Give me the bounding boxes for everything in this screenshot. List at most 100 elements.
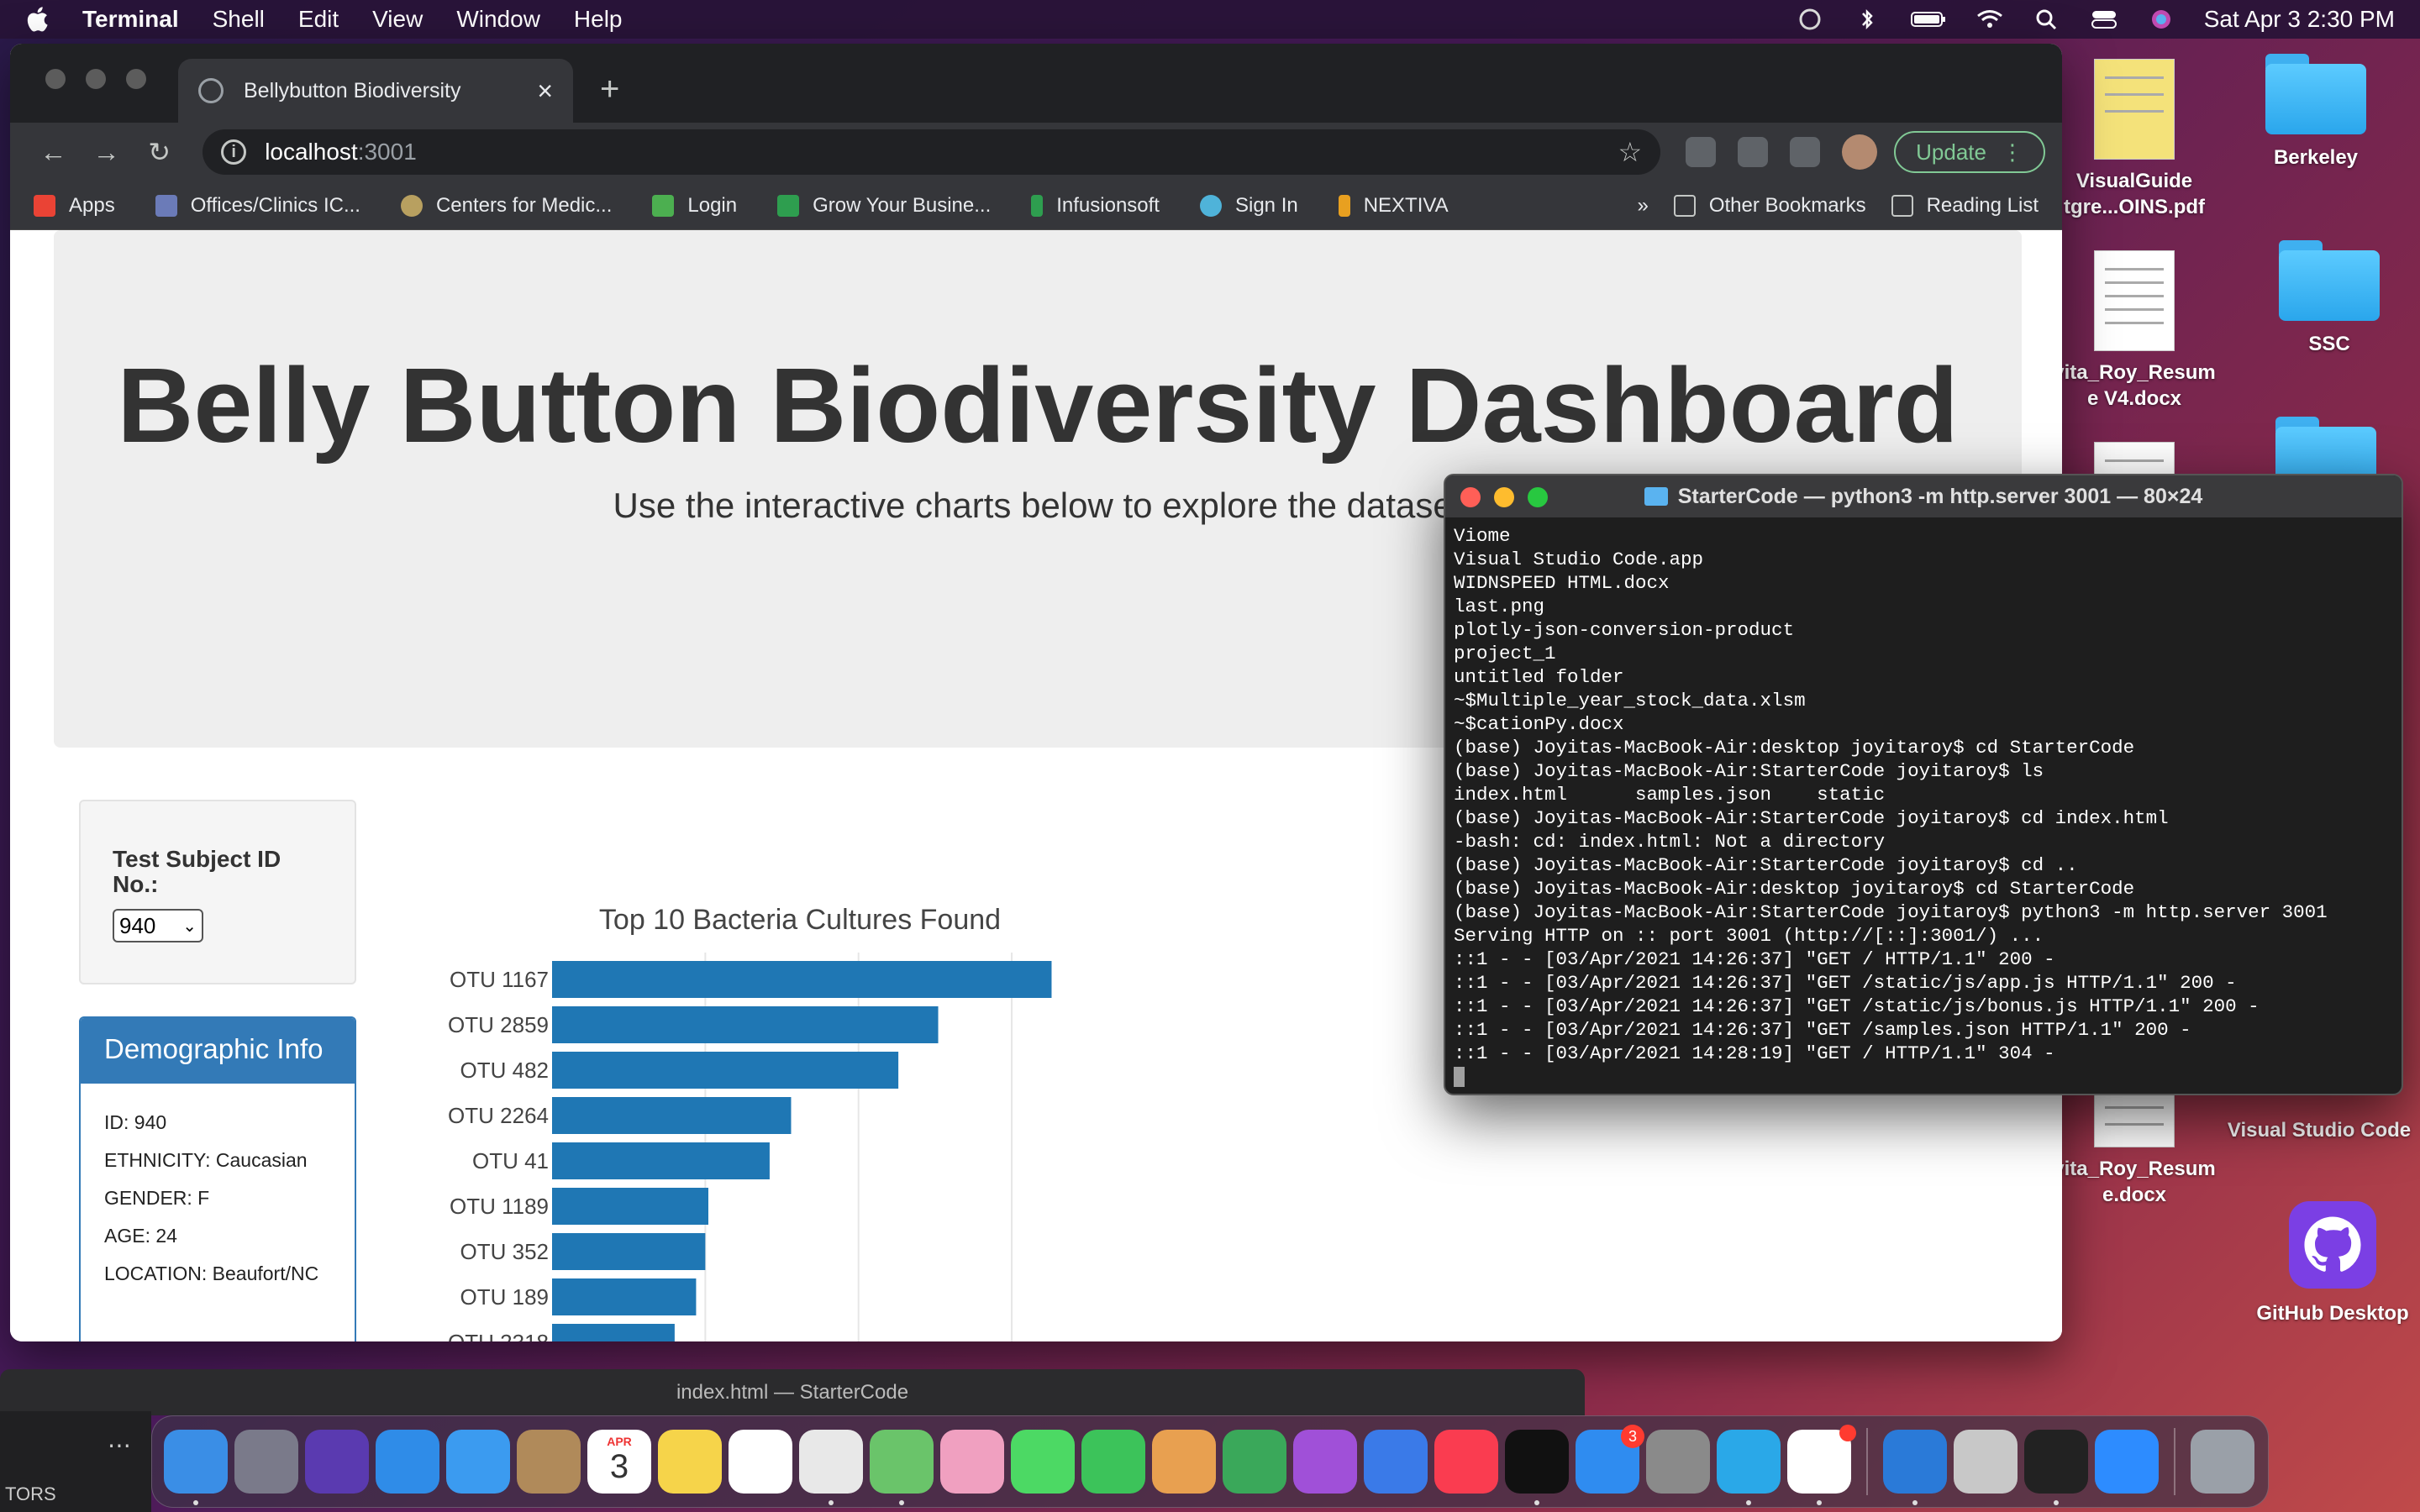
- menu-help[interactable]: Help: [574, 6, 623, 33]
- dock-app-store-icon[interactable]: 3: [1576, 1425, 1644, 1494]
- chart-bar[interactable]: [552, 961, 1052, 998]
- address-bar[interactable]: i localhost:3001 ☆: [203, 129, 1661, 175]
- site-info-icon[interactable]: i: [221, 139, 247, 165]
- dock-photos-icon[interactable]: [940, 1430, 1004, 1494]
- minimize-window-button[interactable]: [86, 69, 106, 89]
- menu-app-name[interactable]: Terminal: [82, 6, 179, 33]
- extension-icon[interactable]: [1686, 137, 1717, 167]
- bookmark-offices[interactable]: Offices/Clinics IC...: [155, 194, 360, 218]
- chart-bar[interactable]: [552, 1324, 675, 1341]
- dock-tv-icon[interactable]: [1505, 1430, 1569, 1505]
- puzzle-extensions-icon[interactable]: [1790, 137, 1821, 167]
- dock-keynote-icon[interactable]: [1152, 1430, 1216, 1494]
- dock-podcasts-icon[interactable]: [1293, 1430, 1357, 1494]
- creative-cloud-icon[interactable]: [1796, 8, 1824, 30]
- bookmarks-overflow-icon[interactable]: »: [1637, 194, 1648, 218]
- update-button[interactable]: Update ⋮: [1894, 131, 2045, 173]
- profile-avatar[interactable]: [1842, 134, 1878, 170]
- bookmark-login[interactable]: Login: [652, 194, 737, 218]
- maximize-window-button[interactable]: [1528, 487, 1548, 507]
- dock-numbers-icon[interactable]: [1223, 1430, 1286, 1494]
- top-10-bar-chart[interactable]: Top 10 Bacteria Cultures Found OTU 1167 OT…: [405, 852, 1161, 1341]
- desktop-file-visualguide[interactable]: VisualGuide tgre...OINS.pdf: [2050, 59, 2218, 220]
- wifi-icon[interactable]: [1975, 8, 2004, 30]
- battery-icon[interactable]: [1910, 8, 1947, 30]
- desktop-app-github[interactable]: GitHub Desktop: [2249, 1201, 2417, 1326]
- close-window-button[interactable]: [45, 69, 66, 89]
- bookmark-cms[interactable]: Centers for Medic...: [400, 194, 612, 218]
- siri-icon[interactable]: [2147, 8, 2175, 30]
- background-window-titlebar[interactable]: index.html — StarterCode: [0, 1369, 1585, 1415]
- desktop-folder-ssc[interactable]: SSC: [2245, 240, 2413, 357]
- close-tab-icon[interactable]: ×: [537, 76, 553, 107]
- dock-reminders-icon[interactable]: [729, 1430, 792, 1494]
- subject-id-select[interactable]: 940 ⌄: [113, 909, 203, 942]
- dock-facetime-icon[interactable]: [1081, 1430, 1145, 1494]
- terminal-window[interactable]: StarterCode — python3 -m http.server 300…: [1444, 474, 2403, 1095]
- dock-calendar-icon[interactable]: APR 3: [587, 1430, 651, 1494]
- dock-messages-icon[interactable]: [1011, 1430, 1075, 1494]
- menu-window[interactable]: Window: [456, 6, 540, 33]
- reload-icon[interactable]: ↻: [133, 136, 186, 168]
- forward-arrow-icon[interactable]: →: [80, 137, 133, 168]
- chart-bar[interactable]: [552, 1052, 899, 1089]
- reading-list[interactable]: Reading List: [1891, 194, 2039, 218]
- chart-bar[interactable]: [552, 1233, 706, 1270]
- minimize-window-button[interactable]: [1494, 487, 1514, 507]
- menu-view[interactable]: View: [372, 6, 423, 33]
- extension-icon[interactable]: [1738, 137, 1769, 167]
- other-bookmarks[interactable]: Other Bookmarks: [1673, 194, 1866, 218]
- dock-zoom-icon[interactable]: [2095, 1430, 2159, 1494]
- pdf-document-icon: [2094, 59, 2175, 160]
- spotlight-search-icon[interactable]: [2033, 8, 2061, 30]
- menu-shell[interactable]: Shell: [213, 6, 265, 33]
- dock-finder-icon[interactable]: [164, 1430, 228, 1505]
- bookmark-apps[interactable]: Apps: [34, 194, 115, 218]
- bookmark-star-icon[interactable]: ☆: [1618, 136, 1642, 168]
- new-tab-button[interactable]: +: [600, 71, 619, 108]
- chart-bar[interactable]: [552, 1097, 792, 1134]
- dock-slack-icon[interactable]: [1787, 1425, 1856, 1505]
- dock-terminal-icon[interactable]: [2024, 1430, 2088, 1505]
- chart-bar[interactable]: [552, 1006, 939, 1043]
- menubar-clock[interactable]: Sat Apr 3 2:30 PM: [2204, 6, 2395, 33]
- dock-mail-icon[interactable]: [446, 1430, 510, 1494]
- bluetooth-icon[interactable]: [1853, 8, 1881, 30]
- back-arrow-icon[interactable]: ←: [27, 137, 80, 168]
- chart-bar[interactable]: [552, 1142, 770, 1179]
- dock-chrome-icon[interactable]: [799, 1430, 863, 1505]
- chart-bar[interactable]: [552, 1188, 708, 1225]
- browser-tab[interactable]: Bellybutton Biodiversity ×: [178, 59, 573, 123]
- dock-system-preferences-icon[interactable]: [1646, 1430, 1710, 1494]
- bookmark-grow[interactable]: Grow Your Busine...: [777, 194, 991, 218]
- control-center-icon[interactable]: [2090, 8, 2118, 30]
- dock-music-icon[interactable]: [1434, 1430, 1498, 1494]
- close-window-button[interactable]: [1460, 487, 1481, 507]
- desktop-app-vscode[interactable]: Visual Studio Code: [2218, 1117, 2420, 1143]
- more-icon[interactable]: ⋯: [108, 1431, 131, 1459]
- dock-keynote-2-icon[interactable]: [1364, 1430, 1428, 1494]
- terminal-line: Viome: [1454, 525, 1511, 547]
- desktop-folder-berkeley[interactable]: Berkeley: [2232, 54, 2400, 171]
- dock-trash-icon[interactable]: [2191, 1430, 2254, 1494]
- bookmark-infusionsoft[interactable]: Infusionsoft: [1031, 194, 1160, 218]
- desktop-file-resume-v4[interactable]: yita_Roy_Resum e V4.docx: [2050, 250, 2218, 412]
- terminal-titlebar[interactable]: StarterCode — python3 -m http.server 300…: [1445, 475, 2402, 517]
- dock-safari-icon[interactable]: [376, 1430, 439, 1494]
- dock-preview-icon[interactable]: [1954, 1430, 2018, 1494]
- dock-siri-icon[interactable]: [305, 1430, 369, 1494]
- apple-icon[interactable]: [25, 6, 49, 33]
- dock-skype-icon[interactable]: [1717, 1430, 1781, 1505]
- chart-bar[interactable]: [552, 1278, 697, 1315]
- dock-contacts-icon[interactable]: [517, 1430, 581, 1494]
- dock-launchpad-icon[interactable]: [234, 1430, 298, 1494]
- dock-notes-icon[interactable]: [658, 1430, 722, 1494]
- dock-maps-icon[interactable]: [870, 1430, 934, 1505]
- terminal-output[interactable]: Viome Visual Studio Code.app WIDNSPEED HTM…: [1445, 517, 2402, 1094]
- desktop-file-resume[interactable]: yita_Roy_Resum e.docx: [2050, 1089, 2218, 1208]
- bookmark-signin[interactable]: Sign In: [1199, 194, 1298, 218]
- bookmark-nextiva[interactable]: NEXTIVA: [1338, 194, 1449, 218]
- menu-edit[interactable]: Edit: [298, 6, 339, 33]
- dock-vscode-icon[interactable]: [1883, 1430, 1947, 1505]
- maximize-window-button[interactable]: [126, 69, 146, 89]
